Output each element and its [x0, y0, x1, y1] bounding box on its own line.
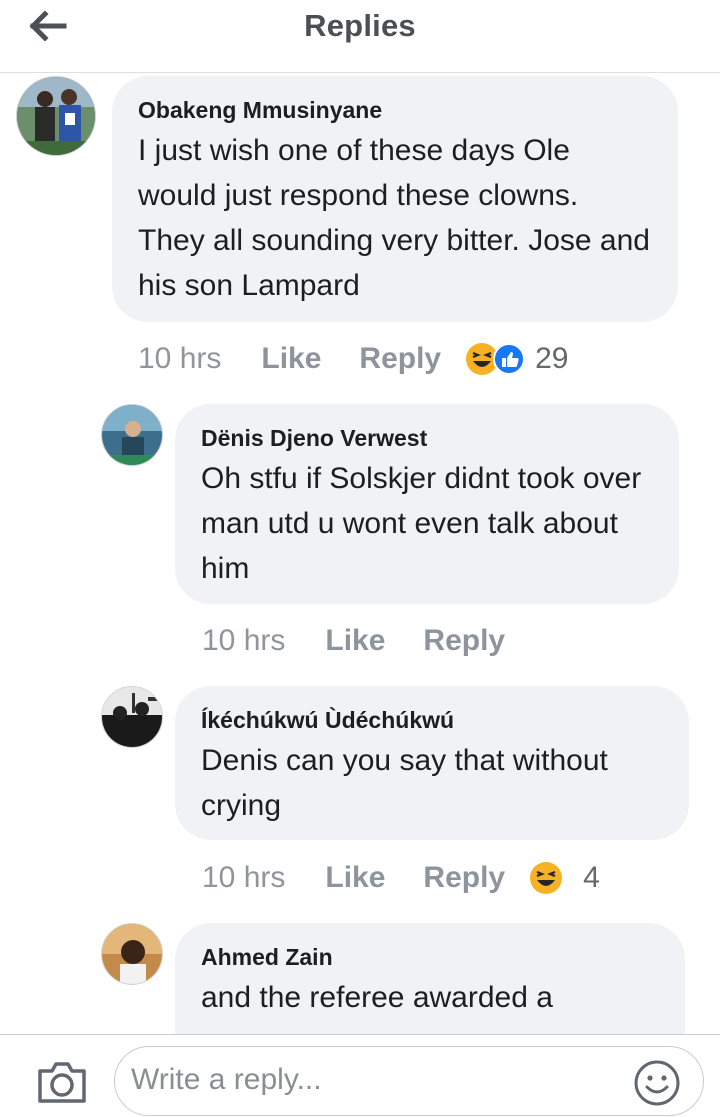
header-bar: Replies	[0, 0, 720, 73]
comment-bubble: Íkéchúkwú Ùdéchúkwú Denis can you say th…	[175, 686, 689, 840]
like-button[interactable]: Like	[325, 624, 385, 658]
laughing-emoji-icon	[530, 862, 563, 894]
like-button[interactable]: Like	[261, 342, 321, 376]
avatar[interactable]	[16, 76, 96, 156]
comment-author[interactable]: Obakeng Mmusinyane	[138, 96, 652, 124]
camera-icon	[38, 1062, 86, 1103]
comment-time: 10 hrs	[138, 342, 222, 375]
comment-actions: 10 hrs Like Reply 4	[202, 856, 600, 900]
reaction-count: 4	[583, 861, 600, 894]
comment-text: Oh stfu if Solskjer didnt took over man …	[201, 462, 642, 585]
avatar[interactable]	[101, 686, 163, 748]
page-title: Replies	[304, 8, 416, 43]
reply-button[interactable]: Reply	[423, 861, 505, 895]
reactions-summary[interactable]: 29	[465, 342, 569, 376]
reactions-summary[interactable]: 4	[529, 861, 600, 895]
comment-time: 10 hrs	[202, 624, 286, 657]
comment-author[interactable]: Dënis Djeno Verwest	[201, 424, 653, 452]
smiley-icon	[634, 1060, 680, 1106]
like-button[interactable]: Like	[325, 861, 385, 895]
comment-text: and the referee awarded a	[201, 981, 553, 1014]
comment-bubble: Dënis Djeno Verwest Oh stfu if Solskjer …	[175, 404, 679, 604]
comment-bubble: Obakeng Mmusinyane I just wish one of th…	[112, 76, 678, 322]
comment-actions: 10 hrs Like Reply 29	[138, 337, 569, 381]
comment-actions: 10 hrs Like Reply	[202, 619, 543, 663]
comment-text: I just wish one of these days Ole would …	[138, 134, 650, 302]
emoji-button[interactable]	[633, 1059, 681, 1107]
comment-author[interactable]: Íkéchúkwú Ùdéchúkwú	[201, 706, 663, 734]
avatar[interactable]	[101, 404, 163, 466]
reply-button[interactable]: Reply	[359, 342, 441, 376]
reply-composer: Write a reply...	[0, 1034, 720, 1117]
comment-author[interactable]: Ahmed Zain	[201, 943, 659, 971]
camera-button[interactable]	[36, 1059, 88, 1105]
like-thumb-icon	[493, 343, 526, 375]
comment-time: 10 hrs	[202, 861, 286, 894]
reply-button[interactable]: Reply	[423, 624, 505, 658]
avatar[interactable]	[101, 923, 163, 985]
reply-input[interactable]: Write a reply...	[114, 1046, 704, 1116]
reply-placeholder: Write a reply...	[131, 1063, 322, 1096]
comment-text: Denis can you say that without crying	[201, 744, 608, 822]
reaction-count: 29	[535, 342, 569, 375]
